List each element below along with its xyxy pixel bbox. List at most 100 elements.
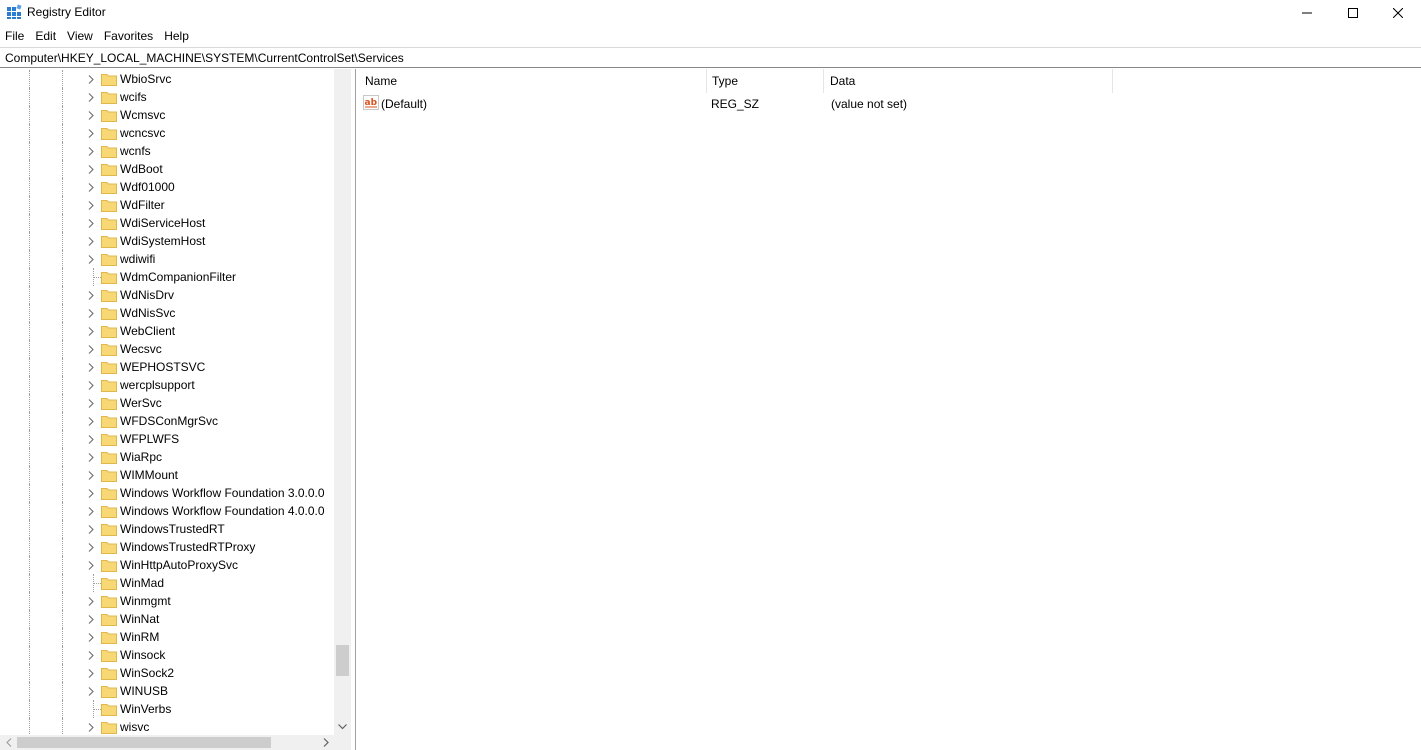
column-header-data[interactable]: Data <box>824 69 1113 93</box>
tree-expander[interactable] <box>85 289 97 301</box>
tree-item[interactable]: Wdf01000 <box>0 178 334 196</box>
address-bar[interactable]: Computer\HKEY_LOCAL_MACHINE\SYSTEM\Curre… <box>0 47 1421 68</box>
folder-icon <box>101 630 117 644</box>
tree-expander[interactable] <box>85 127 97 139</box>
tree-item[interactable]: WindowsTrustedRTProxy <box>0 538 334 556</box>
menu-edit[interactable]: Edit <box>30 26 62 46</box>
close-button[interactable] <box>1375 0 1421 25</box>
tree-item[interactable]: wercplsupport <box>0 376 334 394</box>
tree-expander[interactable] <box>85 325 97 337</box>
value-row[interactable]: ab (Default) REG_SZ (value not set) <box>357 94 1421 112</box>
tree-expander[interactable] <box>85 649 97 661</box>
tree-expander[interactable] <box>85 109 97 121</box>
tree-expander[interactable] <box>85 721 97 733</box>
tree-item[interactable]: WIMMount <box>0 466 334 484</box>
tree-expander[interactable] <box>85 487 97 499</box>
tree-expander[interactable] <box>85 469 97 481</box>
tree-expander[interactable] <box>85 217 97 229</box>
tree-expander[interactable] <box>85 199 97 211</box>
tree-expander[interactable] <box>85 505 97 517</box>
tree-item[interactable]: Winsock <box>0 646 334 664</box>
tree-item[interactable]: WiaRpc <box>0 448 334 466</box>
tree-expander[interactable] <box>85 145 97 157</box>
tree-item[interactable]: WinRM <box>0 628 334 646</box>
tree-expander[interactable] <box>85 595 97 607</box>
tree-item[interactable]: WinSock2 <box>0 664 334 682</box>
column-header-type[interactable]: Type <box>707 69 824 93</box>
address-path[interactable]: Computer\HKEY_LOCAL_MACHINE\SYSTEM\Curre… <box>5 51 404 65</box>
tree-item[interactable]: WinNat <box>0 610 334 628</box>
tree-vertical-scrollbar[interactable] <box>334 69 351 735</box>
tree-expander[interactable] <box>85 433 97 445</box>
tree-expander[interactable] <box>85 415 97 427</box>
tree-expander[interactable] <box>85 253 97 265</box>
tree-expander[interactable] <box>85 73 97 85</box>
tree-item[interactable]: WFDSConMgrSvc <box>0 412 334 430</box>
pane-splitter[interactable] <box>351 69 356 750</box>
tree-item[interactable]: Windows Workflow Foundation 3.0.0.0 <box>0 484 334 502</box>
tree-item[interactable]: Wecsvc <box>0 340 334 358</box>
tree-expander[interactable] <box>85 163 97 175</box>
tree-vertical-scroll-thumb[interactable] <box>336 645 349 676</box>
tree-expander[interactable] <box>85 181 97 193</box>
menu-file[interactable]: File <box>0 26 30 46</box>
tree-item[interactable]: WdFilter <box>0 196 334 214</box>
chevron-right-icon <box>88 308 94 318</box>
tree-item[interactable]: WinHttpAutoProxySvc <box>0 556 334 574</box>
tree-expander[interactable] <box>85 631 97 643</box>
minimize-button[interactable] <box>1284 0 1330 25</box>
tree-item[interactable]: WFPLWFS <box>0 430 334 448</box>
tree-item[interactable]: wcnfs <box>0 142 334 160</box>
tree-item[interactable]: Windows Workflow Foundation 4.0.0.0 <box>0 502 334 520</box>
tree-item[interactable]: WdiSystemHost <box>0 232 334 250</box>
maximize-button[interactable] <box>1330 0 1376 25</box>
tree-item-label: wercplsupport <box>120 378 195 392</box>
tree-item[interactable]: WdBoot <box>0 160 334 178</box>
tree-expander[interactable] <box>85 559 97 571</box>
tree-item[interactable]: WbioSrvc <box>0 70 334 88</box>
menu-view[interactable]: View <box>62 26 99 46</box>
tree-expander[interactable] <box>85 343 97 355</box>
tree-expander[interactable] <box>85 541 97 553</box>
tree-expander[interactable] <box>85 613 97 625</box>
tree-expander[interactable] <box>85 685 97 697</box>
tree-horizontal-scrollbar[interactable] <box>0 735 334 750</box>
tree-item[interactable]: WdiServiceHost <box>0 214 334 232</box>
menu-help[interactable]: Help <box>159 26 195 46</box>
tree-item[interactable]: wcifs <box>0 88 334 106</box>
tree-expander[interactable] <box>85 235 97 247</box>
tree-item[interactable]: WerSvc <box>0 394 334 412</box>
scroll-right-button[interactable] <box>317 735 334 750</box>
tree-item[interactable]: wisvc <box>0 718 334 736</box>
tree-guide-line <box>62 124 63 142</box>
tree-item[interactable]: WindowsTrustedRT <box>0 520 334 538</box>
tree-item[interactable]: WINUSB <box>0 682 334 700</box>
tree-expander[interactable] <box>85 523 97 535</box>
tree-expander[interactable] <box>85 379 97 391</box>
folder-icon <box>101 666 117 680</box>
tree-expander[interactable] <box>85 361 97 373</box>
tree-item[interactable]: WinVerbs <box>0 700 334 718</box>
scroll-left-button[interactable] <box>0 735 17 750</box>
tree-horizontal-scroll-thumb[interactable] <box>17 737 271 748</box>
value-data: (value not set) <box>831 97 908 111</box>
tree-item[interactable]: WebClient <box>0 322 334 340</box>
tree-item[interactable]: WEPHOSTSVC <box>0 358 334 376</box>
column-header-name[interactable]: Name <box>357 69 707 93</box>
tree-expander[interactable] <box>85 307 97 319</box>
tree-item[interactable]: Winmgmt <box>0 592 334 610</box>
tree-item[interactable]: wcncsvc <box>0 124 334 142</box>
tree-item[interactable]: wdiwifi <box>0 250 334 268</box>
tree-item[interactable]: Wcmsvc <box>0 106 334 124</box>
tree-item[interactable]: WdNisSvc <box>0 304 334 322</box>
tree-item[interactable]: WdmCompanionFilter <box>0 268 334 286</box>
tree-expander[interactable] <box>85 91 97 103</box>
tree-item[interactable]: WinMad <box>0 574 334 592</box>
tree-item[interactable]: WdNisDrv <box>0 286 334 304</box>
menu-favorites[interactable]: Favorites <box>99 26 159 46</box>
tree-expander[interactable] <box>85 451 97 463</box>
scroll-down-button[interactable] <box>334 718 351 735</box>
tree-expander[interactable] <box>85 667 97 679</box>
tree-guide-line <box>62 340 63 358</box>
tree-expander[interactable] <box>85 397 97 409</box>
